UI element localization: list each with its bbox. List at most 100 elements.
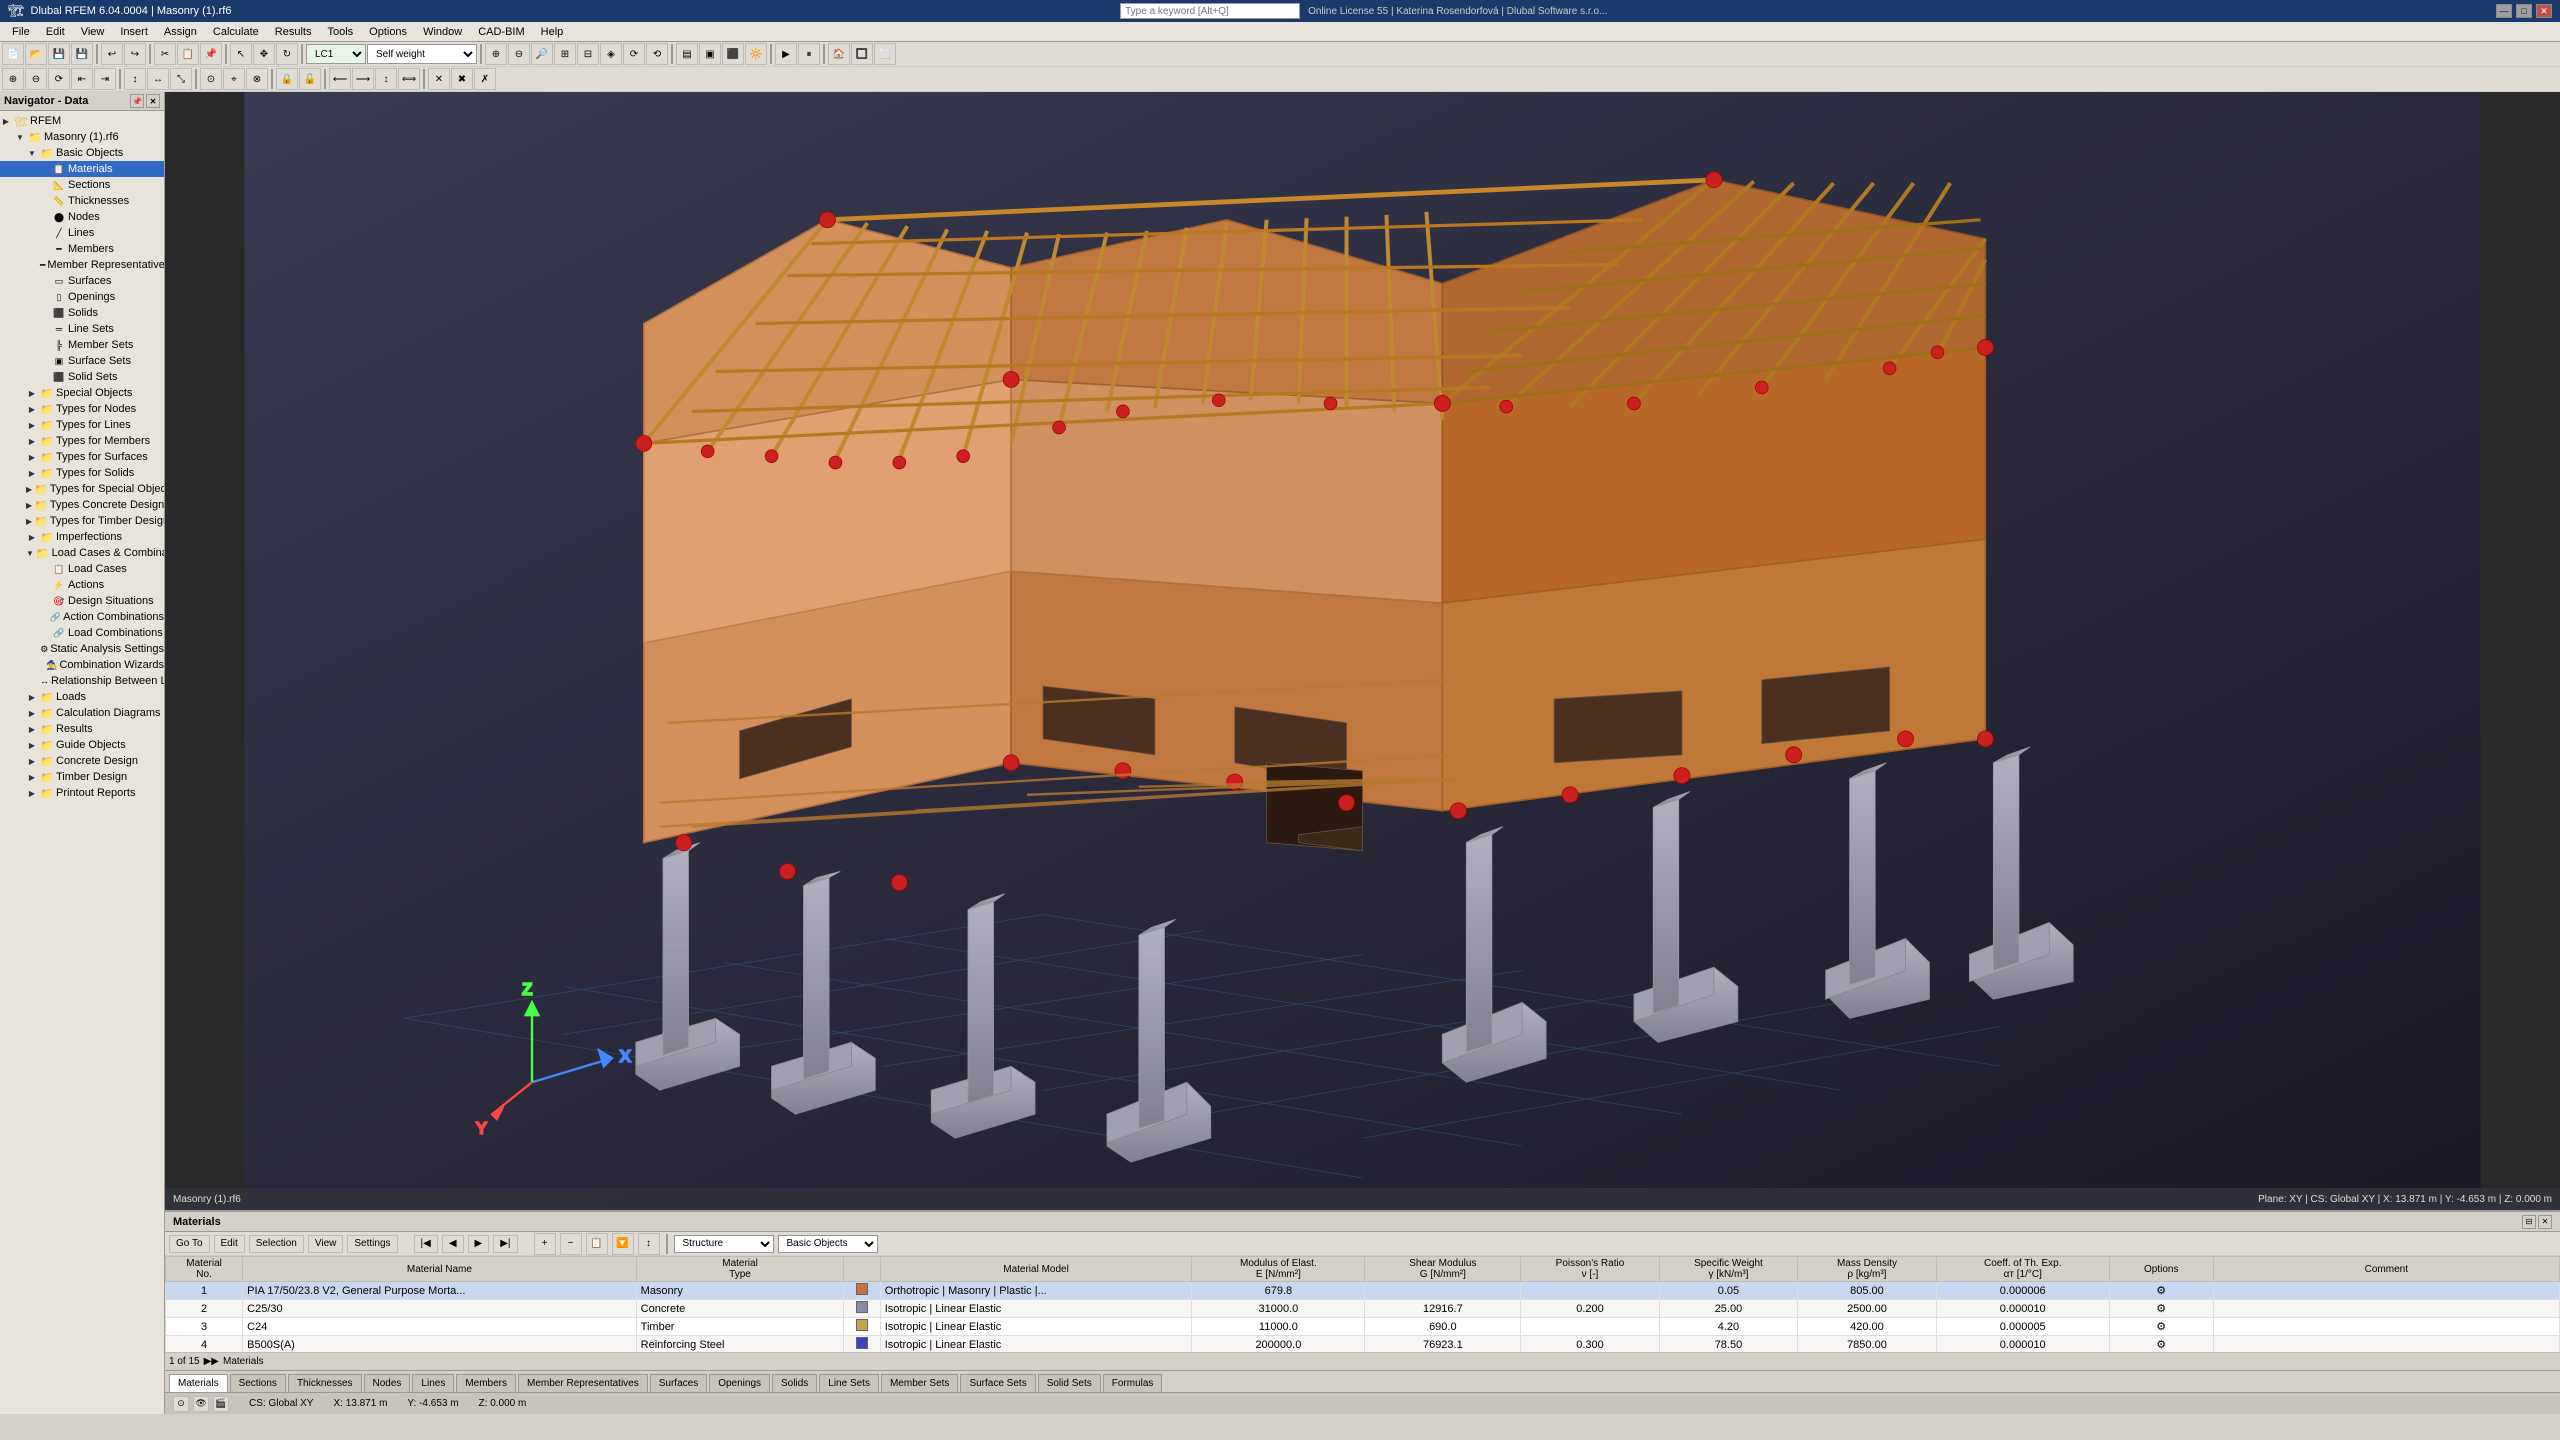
table-row[interactable]: 1 PIA 17/50/23.8 V2, General Purpose Mor…: [166, 1282, 2560, 1300]
bottom-tab-line-sets[interactable]: Line Sets: [819, 1374, 879, 1392]
toolbar-redo[interactable]: ↪: [124, 43, 146, 65]
goto-button[interactable]: Go To: [169, 1235, 210, 1253]
tree-load-combinations[interactable]: 🔗 Load Combinations: [0, 625, 164, 641]
menu-file[interactable]: File: [4, 22, 38, 42]
tb-render2[interactable]: ▣: [699, 43, 721, 65]
bottom-tab-materials[interactable]: Materials: [169, 1374, 228, 1392]
col-color[interactable]: [844, 1257, 880, 1282]
eye-btn[interactable]: 👁: [193, 1396, 209, 1412]
table-row[interactable]: 3 C24 Timber Isotropic | Linear Elastic …: [166, 1318, 2560, 1336]
tb-b7[interactable]: ⟳: [623, 43, 645, 65]
tb2-del3[interactable]: ✗: [474, 68, 496, 90]
cell-options[interactable]: ⚙: [2109, 1282, 2213, 1300]
tb-render3[interactable]: ⬛: [722, 43, 744, 65]
tree-lines[interactable]: ╱ Lines: [0, 225, 164, 241]
next-record-btn[interactable]: ▶: [468, 1235, 490, 1253]
maximize-button[interactable]: □: [2516, 4, 2532, 18]
menu-calculate[interactable]: Calculate: [205, 22, 267, 42]
close-button[interactable]: ✕: [2536, 4, 2552, 18]
tree-results[interactable]: ▶ 📁 Results: [0, 721, 164, 737]
menu-cad-bim[interactable]: CAD-BIM: [470, 22, 532, 42]
viewport[interactable]: X Z Y Masonry (1).rf6 Plane: XY | CS: Gl…: [165, 92, 2560, 1210]
toolbar-rotate[interactable]: ↻: [276, 43, 298, 65]
tb-b3[interactable]: 🔎: [531, 43, 553, 65]
tb-copy-row[interactable]: 📋: [586, 1233, 608, 1255]
tree-members[interactable]: ━ Members: [0, 241, 164, 257]
tree-nodes[interactable]: ⬤ Nodes: [0, 209, 164, 225]
bottom-tab-solid-sets[interactable]: Solid Sets: [1038, 1374, 1101, 1392]
tb-view3[interactable]: ⬜: [874, 43, 896, 65]
col-specific-weight[interactable]: Specific Weightγ [kN/m³]: [1659, 1257, 1797, 1282]
tree-types-nodes[interactable]: ▶ 📁 Types for Nodes: [0, 401, 164, 417]
bottom-tab-openings[interactable]: Openings: [709, 1374, 770, 1392]
tb-render4[interactable]: 🔆: [745, 43, 767, 65]
toolbar-copy[interactable]: 📋: [177, 43, 199, 65]
tb-view1[interactable]: 🏠: [828, 43, 850, 65]
tb-filter[interactable]: 🔽: [612, 1233, 634, 1255]
tree-sections[interactable]: 📐 Sections: [0, 177, 164, 193]
menu-help[interactable]: Help: [533, 22, 572, 42]
tb2-b3[interactable]: ⟳: [48, 68, 70, 90]
tb-b1[interactable]: ⊕: [485, 43, 507, 65]
tree-types-concrete[interactable]: ▶ 📁 Types Concrete Design: [0, 497, 164, 513]
tb-delete-row[interactable]: −: [560, 1233, 582, 1255]
tb-calc2[interactable]: ⏸: [798, 43, 820, 65]
tree-load-cases-combinations[interactable]: ▼ 📁 Load Cases & Combinations: [0, 545, 164, 561]
view-button[interactable]: View: [308, 1235, 344, 1253]
toolbar-undo[interactable]: ↩: [101, 43, 123, 65]
tree-static-analysis-settings[interactable]: ⚙ Static Analysis Settings: [0, 641, 164, 657]
bottom-tab-lines[interactable]: Lines: [412, 1374, 454, 1392]
tb-b5[interactable]: ⊟: [577, 43, 599, 65]
tb-b8[interactable]: ⟲: [646, 43, 668, 65]
tree-types-surfaces[interactable]: ▶ 📁 Types for Surfaces: [0, 449, 164, 465]
bottom-tab-sections[interactable]: Sections: [230, 1374, 286, 1392]
tree-relationship-load-cases[interactable]: ↔ Relationship Between Load Cases: [0, 673, 164, 689]
basic-objects-combo[interactable]: Basic Objects: [778, 1235, 878, 1253]
col-coeff[interactable]: Coeff. of Th. Exp.αт [1/°C]: [1936, 1257, 2109, 1282]
menu-results[interactable]: Results: [267, 22, 320, 42]
tb-b4[interactable]: ⊞: [554, 43, 576, 65]
toolbar-cut[interactable]: ✂: [154, 43, 176, 65]
tree-types-lines[interactable]: ▶ 📁 Types for Lines: [0, 417, 164, 433]
search-input[interactable]: [1120, 3, 1300, 19]
tree-line-sets[interactable]: ═ Line Sets: [0, 321, 164, 337]
toolbar-move[interactable]: ✥: [253, 43, 275, 65]
bottom-tab-surfaces[interactable]: Surfaces: [650, 1374, 707, 1392]
tree-guide-objects[interactable]: ▶ 📁 Guide Objects: [0, 737, 164, 753]
tree-surfaces[interactable]: ▭ Surfaces: [0, 273, 164, 289]
bottom-tab-surface-sets[interactable]: Surface Sets: [960, 1374, 1035, 1392]
col-name[interactable]: Material Name: [243, 1257, 637, 1282]
col-options[interactable]: Options: [2109, 1257, 2213, 1282]
film-btn[interactable]: 🎬: [213, 1396, 229, 1412]
col-model[interactable]: Material Model: [880, 1257, 1192, 1282]
tree-design-situations[interactable]: 🎯 Design Situations: [0, 593, 164, 609]
tb-b2[interactable]: ⊖: [508, 43, 530, 65]
tree-basic-objects[interactable]: ▼ 📁 Basic Objects: [0, 145, 164, 161]
tb2-b8[interactable]: ⤡: [170, 68, 192, 90]
tree-actions[interactable]: ⚡ Actions: [0, 577, 164, 593]
lc-selector[interactable]: LC1: [306, 44, 366, 64]
col-no[interactable]: MaterialNo.: [166, 1257, 243, 1282]
tree-solids[interactable]: ⬛ Solids: [0, 305, 164, 321]
tb2-b1[interactable]: ⊕: [2, 68, 24, 90]
tree-member-rep[interactable]: ━ Member Representatives: [0, 257, 164, 273]
tree-special-objects[interactable]: ▶ 📁 Special Objects: [0, 385, 164, 401]
tb2-b4[interactable]: ⇤: [71, 68, 93, 90]
menu-window[interactable]: Window: [415, 22, 470, 42]
cell-options[interactable]: ⚙: [2109, 1318, 2213, 1336]
toolbar-save[interactable]: 💾: [48, 43, 70, 65]
tree-printout-reports[interactable]: ▶ 📁 Printout Reports: [0, 785, 164, 801]
snap-btn[interactable]: ⊙: [173, 1396, 189, 1412]
first-record-btn[interactable]: |◀: [414, 1235, 438, 1253]
cell-options[interactable]: ⚙: [2109, 1336, 2213, 1353]
table-row[interactable]: 4 B500S(A) Reinforcing Steel Isotropic |…: [166, 1336, 2560, 1353]
bottom-panel-close[interactable]: ✕: [2538, 1215, 2552, 1229]
tb2-b7[interactable]: ↔: [147, 68, 169, 90]
tree-thicknesses[interactable]: 📏 Thicknesses: [0, 193, 164, 209]
tb-view2[interactable]: 🔲: [851, 43, 873, 65]
tb2-b5[interactable]: ⇥: [94, 68, 116, 90]
menu-tools[interactable]: Tools: [319, 22, 361, 42]
menu-view[interactable]: View: [73, 22, 113, 42]
tb2-del2[interactable]: ✖: [451, 68, 473, 90]
selection-button[interactable]: Selection: [249, 1235, 304, 1253]
